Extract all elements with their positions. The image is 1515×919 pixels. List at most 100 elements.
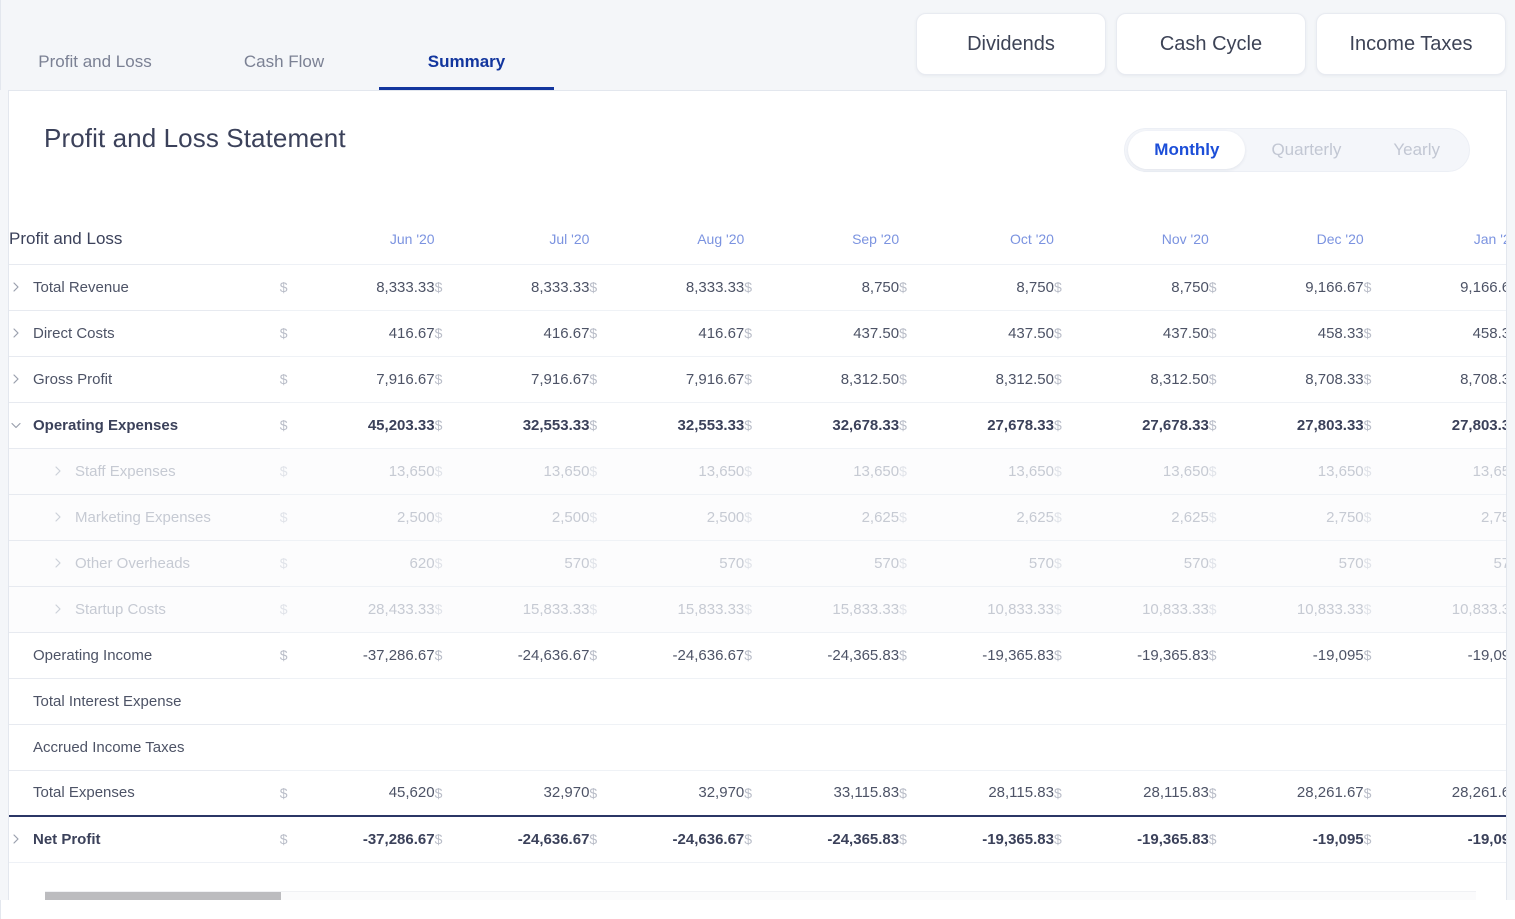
- value-cell[interactable]: 15,833.33: [619, 586, 745, 633]
- value-cell[interactable]: [464, 724, 590, 771]
- value-cell[interactable]: 33,115.83: [774, 770, 900, 817]
- value-cell[interactable]: 28,433.33: [310, 586, 435, 633]
- value-cell[interactable]: 7,916.67: [464, 356, 590, 403]
- value-cell[interactable]: 13,650: [464, 448, 590, 495]
- horizontal-scrollbar-track[interactable]: [45, 891, 1476, 900]
- tab-cash-flow[interactable]: Cash Flow: [189, 52, 379, 90]
- table-row-marketing-expenses[interactable]: Marketing Expenses $2,500 $2,500 $2,500 $2,6…: [9, 494, 1506, 541]
- chevron-right-icon[interactable]: [51, 556, 65, 570]
- value-cell[interactable]: 13,650: [1239, 448, 1364, 495]
- value-cell[interactable]: 32,553.33: [464, 402, 590, 449]
- period-option-quarterly[interactable]: Quarterly: [1245, 131, 1367, 169]
- table-row-staff-expenses[interactable]: Staff Expenses $13,650 $13,650 $13,650 $13,6…: [9, 448, 1506, 495]
- value-cell[interactable]: 2,500: [464, 494, 590, 541]
- table-row-operating-expenses[interactable]: Operating Expenses $45,203.33 $32,553.33 $3…: [9, 402, 1506, 449]
- value-cell[interactable]: [929, 678, 1054, 725]
- column-header-6[interactable]: Nov '20: [1084, 214, 1209, 265]
- value-cell[interactable]: -24,636.67: [464, 632, 590, 679]
- value-cell[interactable]: 8,708.33: [1239, 356, 1364, 403]
- period-option-yearly[interactable]: Yearly: [1367, 131, 1466, 169]
- value-cell[interactable]: -19,095: [1393, 632, 1506, 679]
- value-cell[interactable]: 15,833.33: [464, 586, 590, 633]
- value-cell[interactable]: 45,203.33: [310, 402, 435, 449]
- value-cell[interactable]: 32,678.33: [774, 402, 900, 449]
- row-label-cell[interactable]: Operating Expenses: [9, 402, 280, 449]
- value-cell[interactable]: 2,750: [1239, 494, 1364, 541]
- chevron-right-icon[interactable]: [9, 280, 23, 294]
- value-cell[interactable]: 10,833.33: [1239, 586, 1364, 633]
- value-cell[interactable]: 28,261.67: [1393, 770, 1506, 817]
- value-cell[interactable]: 8,312.50: [1084, 356, 1209, 403]
- value-cell[interactable]: 416.67: [464, 310, 590, 357]
- table-row-total-interest-expense[interactable]: Total Interest Expense: [9, 678, 1506, 725]
- row-label-cell[interactable]: Operating Income: [9, 632, 280, 679]
- value-cell[interactable]: 7,916.67: [619, 356, 745, 403]
- value-cell[interactable]: [1084, 724, 1209, 771]
- value-cell[interactable]: -19,095: [1393, 815, 1506, 863]
- value-cell[interactable]: [774, 678, 900, 725]
- value-cell[interactable]: 32,970: [464, 770, 590, 817]
- value-cell[interactable]: [464, 678, 590, 725]
- table-row-startup-costs[interactable]: Startup Costs $28,433.33 $15,833.33 $15,833…: [9, 586, 1506, 633]
- value-cell[interactable]: 8,750: [929, 264, 1054, 311]
- row-label-cell[interactable]: Staff Expenses: [9, 448, 280, 495]
- value-cell[interactable]: 2,625: [774, 494, 900, 541]
- value-cell[interactable]: 2,500: [310, 494, 435, 541]
- value-cell[interactable]: 27,803.33: [1393, 402, 1506, 449]
- value-cell[interactable]: -19,365.83: [929, 632, 1054, 679]
- value-cell[interactable]: [619, 678, 745, 725]
- row-label-cell[interactable]: Gross Profit: [9, 356, 280, 403]
- value-cell[interactable]: [619, 724, 745, 771]
- value-cell[interactable]: 13,650: [310, 448, 435, 495]
- value-cell[interactable]: 13,650: [774, 448, 900, 495]
- row-label-cell[interactable]: Accrued Income Taxes: [9, 724, 280, 771]
- chevron-right-icon[interactable]: [9, 372, 23, 386]
- value-cell[interactable]: 13,650: [929, 448, 1054, 495]
- value-cell[interactable]: 2,625: [929, 494, 1054, 541]
- tab-profit-and-loss[interactable]: Profit and Loss: [1, 52, 189, 90]
- value-cell[interactable]: -24,636.67: [619, 632, 745, 679]
- value-cell[interactable]: 10,833.33: [1084, 586, 1209, 633]
- value-cell[interactable]: 28,115.83: [929, 770, 1054, 817]
- value-cell[interactable]: -19,095: [1239, 815, 1364, 863]
- value-cell[interactable]: 7,916.67: [310, 356, 435, 403]
- value-cell[interactable]: 570: [619, 540, 745, 587]
- table-row-total-expenses[interactable]: Total Expenses $45,620 $32,970 $32,970 $33,1…: [9, 770, 1506, 817]
- column-header-3[interactable]: Aug '20: [619, 214, 745, 265]
- value-cell[interactable]: 8,750: [1084, 264, 1209, 311]
- value-cell[interactable]: 570: [1084, 540, 1209, 587]
- value-cell[interactable]: 8,312.50: [774, 356, 900, 403]
- value-cell[interactable]: [1393, 678, 1506, 725]
- value-cell[interactable]: [1393, 724, 1506, 771]
- column-header-8[interactable]: Jan '21: [1393, 214, 1506, 265]
- dividends-button[interactable]: Dividends: [916, 13, 1106, 75]
- value-cell[interactable]: [929, 724, 1054, 771]
- value-cell[interactable]: 2,500: [619, 494, 745, 541]
- value-cell[interactable]: 8,333.33: [619, 264, 745, 311]
- value-cell[interactable]: 45,620: [310, 770, 435, 817]
- table-row-gross-profit[interactable]: Gross Profit $7,916.67 $7,916.67 $7,916.67 $…: [9, 356, 1506, 403]
- value-cell[interactable]: -24,365.83: [774, 632, 900, 679]
- value-cell[interactable]: 27,803.33: [1239, 402, 1364, 449]
- value-cell[interactable]: [1239, 678, 1364, 725]
- chevron-right-icon[interactable]: [9, 832, 23, 846]
- column-header-2[interactable]: Jul '20: [464, 214, 590, 265]
- row-label-cell[interactable]: Startup Costs: [9, 586, 280, 633]
- value-cell[interactable]: 32,553.33: [619, 402, 745, 449]
- value-cell[interactable]: 13,650: [1084, 448, 1209, 495]
- value-cell[interactable]: 9,166.67: [1239, 264, 1364, 311]
- value-cell[interactable]: 28,115.83: [1084, 770, 1209, 817]
- column-header-7[interactable]: Dec '20: [1239, 214, 1364, 265]
- row-label-cell[interactable]: Total Interest Expense: [9, 678, 280, 725]
- table-row-direct-costs[interactable]: Direct Costs $416.67 $416.67 $416.67 $437.50…: [9, 310, 1506, 357]
- value-cell[interactable]: 28,261.67: [1239, 770, 1364, 817]
- value-cell[interactable]: 2,750: [1393, 494, 1506, 541]
- value-cell[interactable]: -24,636.67: [464, 815, 590, 863]
- value-cell[interactable]: 416.67: [619, 310, 745, 357]
- value-cell[interactable]: 2,625: [1084, 494, 1209, 541]
- chevron-right-icon[interactable]: [51, 464, 65, 478]
- period-option-monthly[interactable]: Monthly: [1128, 131, 1246, 169]
- value-cell[interactable]: 437.50: [774, 310, 900, 357]
- value-cell[interactable]: 570: [464, 540, 590, 587]
- chevron-right-icon[interactable]: [9, 326, 23, 340]
